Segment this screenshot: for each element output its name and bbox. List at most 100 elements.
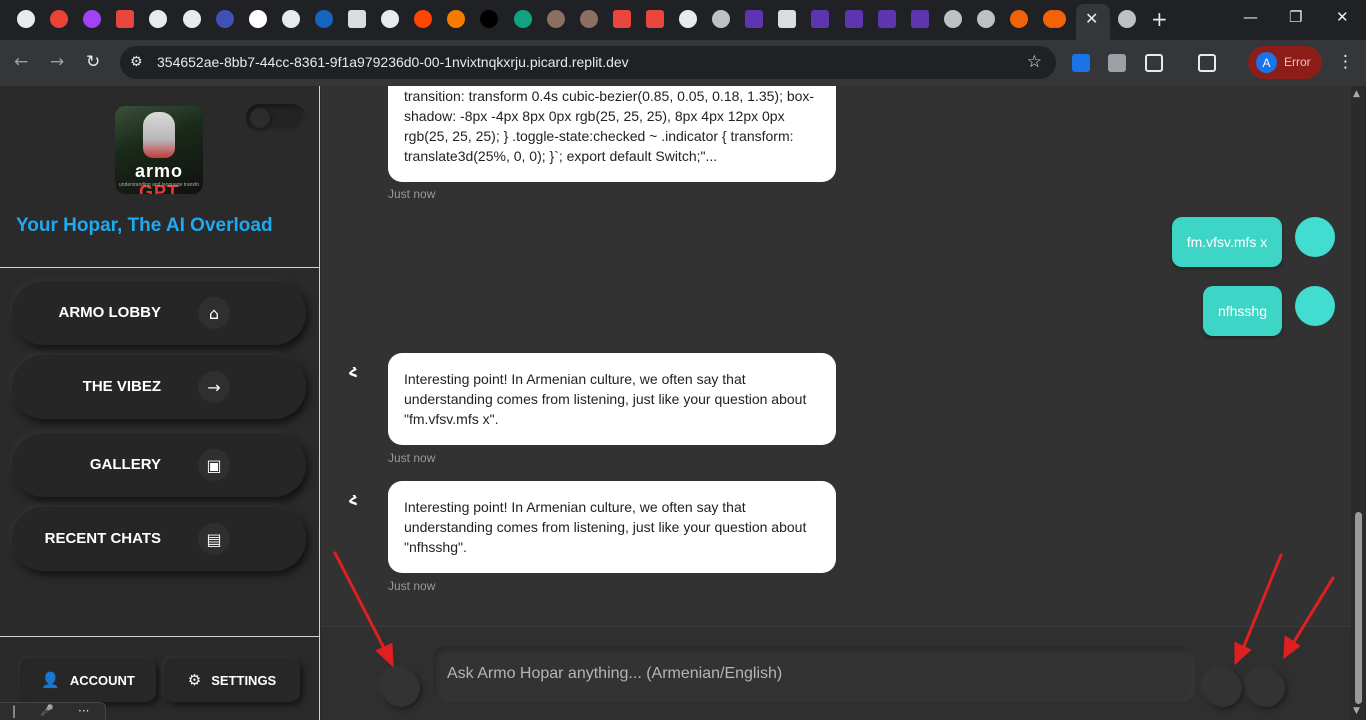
nav-armo-lobby[interactable]: ARMO LOBBY ⌂ xyxy=(12,281,306,345)
avatar-icon[interactable] xyxy=(546,10,565,28)
user-message: nfhsshg xyxy=(1203,286,1282,336)
sidebar-tagline: Your Hopar, The AI Overload xyxy=(16,215,273,236)
nav-the-vibez[interactable]: THE VIBEZ → xyxy=(12,355,306,419)
google-icon[interactable] xyxy=(248,10,267,28)
nav-label: RECENT CHATS xyxy=(44,530,161,547)
maximize-button[interactable]: ❐ xyxy=(1289,8,1302,26)
nav-gallery[interactable]: GALLERY ▣ xyxy=(12,433,306,497)
voice-button[interactable] xyxy=(1204,669,1242,707)
play-icon[interactable] xyxy=(447,10,466,28)
arrow-right-icon: → xyxy=(198,371,230,403)
voice-divider: | xyxy=(12,704,17,718)
profile-avatar: A xyxy=(1256,52,1277,73)
logo-character xyxy=(143,112,175,158)
avatar-icon[interactable] xyxy=(579,10,598,28)
vercel-icon[interactable] xyxy=(480,10,499,28)
gear-icon: ⚙ xyxy=(187,671,202,689)
home-icon: ⌂ xyxy=(198,297,230,329)
settings-button[interactable]: ⚙ SETTINGS xyxy=(164,658,300,702)
url-text: 354652ae-8bb7-44cc-8361-9f1a979236d0-00-… xyxy=(157,54,629,70)
scroll-down-icon[interactable]: ▼ xyxy=(1353,706,1360,716)
more-icon[interactable]: ··· xyxy=(78,704,89,718)
github-icon[interactable] xyxy=(281,10,300,28)
cast-icon[interactable] xyxy=(1198,54,1216,72)
close-tab-icon[interactable]: ✕ xyxy=(1085,9,1098,28)
nine-icon[interactable] xyxy=(116,10,135,28)
browser-menu-icon[interactable]: ⋮ xyxy=(1337,52,1354,72)
attach-button[interactable] xyxy=(382,669,420,707)
doc-icon[interactable] xyxy=(348,10,366,28)
sidebar: armo GPT understanding and language tran… xyxy=(0,86,320,720)
circle-icon[interactable] xyxy=(215,10,234,28)
extension-icon[interactable] xyxy=(1108,54,1126,72)
theme-toggle[interactable] xyxy=(246,104,306,132)
nine-icon[interactable] xyxy=(645,10,664,28)
close-window-button[interactable]: ✕ xyxy=(1336,8,1349,26)
user-avatar xyxy=(1295,286,1335,326)
bookmark-star-icon[interactable]: ☆ xyxy=(1027,52,1042,72)
forward-button[interactable]: → xyxy=(50,52,64,72)
reload-button[interactable]: ↻ xyxy=(86,52,100,72)
address-bar[interactable]: ⚙ 354652ae-8bb7-44cc-8361-9f1a979236d0-0… xyxy=(120,46,1056,79)
user-avatar xyxy=(1295,217,1335,257)
gmail-icon[interactable] xyxy=(50,10,69,28)
globe-icon[interactable] xyxy=(976,10,995,28)
openai-icon[interactable] xyxy=(149,10,168,28)
extensions-puzzle-icon[interactable] xyxy=(1145,54,1163,72)
doc-icon[interactable] xyxy=(778,10,797,28)
minimize-button[interactable]: — xyxy=(1243,8,1258,26)
openai-icon[interactable] xyxy=(182,10,201,28)
chrome-icon[interactable] xyxy=(943,10,962,28)
nav-label: ARMO LOBBY xyxy=(58,304,162,321)
ui-icon[interactable] xyxy=(910,10,929,28)
account-button[interactable]: 👤 ACCOUNT xyxy=(20,658,156,702)
reddit-icon[interactable] xyxy=(414,10,433,28)
chrome-icon[interactable] xyxy=(712,10,731,28)
ai-message: Interesting point! In Armenian culture, … xyxy=(388,353,836,445)
sidebar-bottom-divider xyxy=(0,636,319,637)
sidebar-divider xyxy=(0,267,319,268)
pause-icon[interactable] xyxy=(679,10,697,28)
replit-icon[interactable] xyxy=(1048,10,1066,28)
logo-subtitle: understanding and language transform xyxy=(119,182,199,188)
paypal-icon[interactable] xyxy=(314,10,333,28)
globe-icon[interactable] xyxy=(1118,10,1136,28)
ui-icon[interactable] xyxy=(844,10,863,28)
user-message: fm.vfsv.mfs x xyxy=(1172,217,1282,267)
ai-avatar-icon: Հ xyxy=(349,494,358,509)
openai-icon[interactable] xyxy=(381,10,400,28)
send-button[interactable] xyxy=(1247,669,1285,707)
chat-icon: ▤ xyxy=(198,523,230,555)
ai-message: Interesting point! In Armenian culture, … xyxy=(388,481,836,573)
chat-input[interactable] xyxy=(433,647,1195,701)
site-info-icon[interactable]: ⚙ xyxy=(130,54,143,70)
scroll-thumb[interactable] xyxy=(1355,512,1362,704)
openai-icon[interactable] xyxy=(17,10,35,28)
image-icon: ▣ xyxy=(198,449,230,481)
logo-wordmark: armo GPT xyxy=(134,161,183,194)
new-tab-button[interactable]: + xyxy=(1151,7,1168,31)
page-scrollbar[interactable]: ▲ ▼ xyxy=(1351,86,1366,720)
chat-messages: transition: transform 0.4s cubic-bezier(… xyxy=(321,86,1351,626)
message-timestamp: Just now xyxy=(388,579,436,593)
back-button[interactable]: ← xyxy=(14,52,28,72)
spiral-icon[interactable] xyxy=(513,10,532,28)
podcast-icon[interactable] xyxy=(83,10,102,28)
microphone-icon[interactable]: 🎤 xyxy=(40,704,54,717)
browser-tab-strip: ✕ + — ❐ ✕ xyxy=(0,0,1366,40)
ui-icon[interactable] xyxy=(745,10,764,28)
scroll-up-icon[interactable]: ▲ xyxy=(1353,89,1360,99)
ai-avatar-icon: Հ xyxy=(349,366,358,381)
nav-label: GALLERY xyxy=(89,456,161,473)
replit-icon[interactable] xyxy=(1010,10,1028,28)
ui-icon[interactable] xyxy=(811,10,830,28)
armo-gpt-logo: armo GPT understanding and language tran… xyxy=(115,106,203,194)
toggle-knob xyxy=(250,108,270,128)
extension-s-icon[interactable] xyxy=(1072,54,1090,72)
profile-button[interactable]: A Error xyxy=(1248,46,1322,79)
ai-message: transition: transform 0.4s cubic-bezier(… xyxy=(388,86,836,182)
person-icon: 👤 xyxy=(41,671,60,689)
ui-icon[interactable] xyxy=(877,10,896,28)
nine-icon[interactable] xyxy=(612,10,631,28)
nav-recent-chats[interactable]: RECENT CHATS ▤ xyxy=(12,507,306,571)
